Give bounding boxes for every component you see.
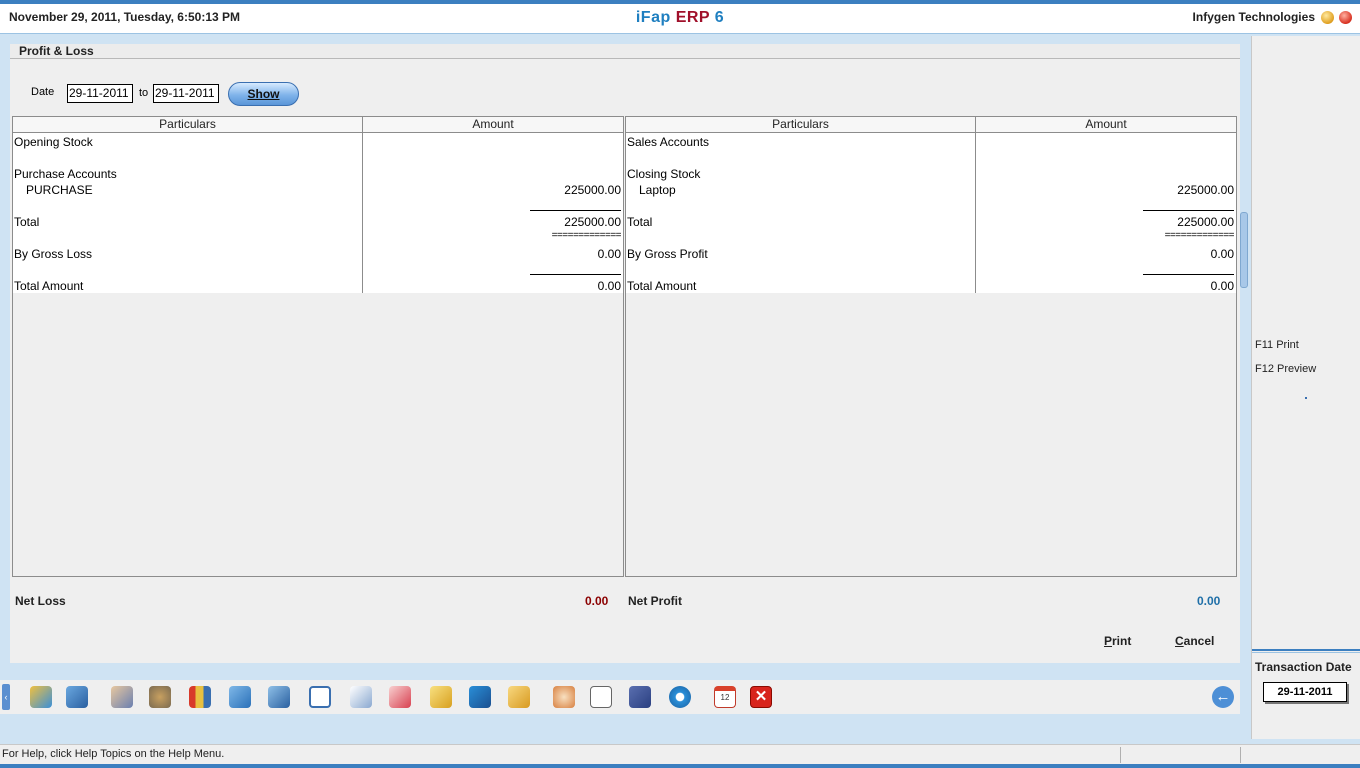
date-label: Date: [31, 86, 55, 98]
purchase-ledger-label[interactable]: PURCHASE: [26, 183, 93, 197]
profit-loss-form: Profit & Loss Date 29-11-2011 to 29-11-2…: [10, 44, 1240, 663]
side-panel-separator: [1252, 649, 1360, 653]
left-particulars-column: Opening Stock Purchase Accounts PURCHASE…: [13, 133, 363, 293]
calculator-sheet-icon[interactable]: [590, 686, 612, 708]
left-double-rule: =============: [551, 230, 622, 241]
window-icon[interactable]: [309, 686, 331, 708]
right-double-rule: =============: [1164, 230, 1235, 241]
left-total-amount-label: Total Amount: [14, 279, 84, 293]
status-bar: For Help, click Help Topics on the Help …: [0, 744, 1360, 764]
laptop-ledger-label[interactable]: Laptop: [639, 183, 676, 197]
net-loss-value: 0.00: [585, 594, 609, 608]
side-panel-scroll-handle[interactable]: [1240, 212, 1248, 288]
show-button[interactable]: Show: [228, 82, 299, 106]
app-title-ifap: iFap: [635, 9, 671, 26]
window-bottom-border: [0, 764, 1360, 768]
expense-panel: Particulars Amount Opening Stock Purchas…: [12, 116, 624, 577]
closing-stock-label: Closing Stock: [627, 167, 701, 181]
form-title: Profit & Loss: [10, 44, 1240, 59]
gross-loss-label: By Gross Loss: [14, 247, 93, 261]
transaction-date-label: Transaction Date: [1255, 660, 1352, 674]
right-final-rule: [1143, 274, 1234, 275]
window-close-icon[interactable]: [1339, 11, 1352, 24]
gross-loss-value: 0.00: [597, 247, 621, 261]
right-total-label: Total: [627, 215, 653, 229]
gross-profit-label: By Gross Profit: [627, 247, 708, 261]
print-label-rest: rint: [1112, 634, 1132, 648]
print-button[interactable]: Print: [1104, 634, 1131, 648]
laptop-amount: 225000.00: [1177, 183, 1234, 197]
right-total-amount-label: Total Amount: [627, 279, 697, 293]
gross-profit-value: 0.00: [1210, 247, 1234, 261]
sales-accounts-label: Sales Accounts: [627, 135, 710, 149]
app-title: iFap ERP 6: [0, 9, 1360, 27]
cancel-hotkey: C: [1175, 634, 1184, 648]
net-profit-label: Net Profit: [628, 594, 682, 608]
date-from-field[interactable]: 29-11-2011: [67, 84, 133, 103]
status-message: For Help, click Help Topics on the Help …: [2, 748, 225, 760]
cancel-button[interactable]: Cancel: [1175, 634, 1214, 648]
right-particulars-column: Sales Accounts Closing Stock Laptop Tota…: [626, 133, 976, 293]
status-separator-2: [1240, 747, 1241, 763]
right-amount-column: 225000.00 225000.00 ============= 0.00 0…: [976, 133, 1236, 293]
close-icon[interactable]: ✕: [750, 686, 772, 708]
users-icon[interactable]: [111, 686, 133, 708]
title-bar: November 29, 2011, Tuesday, 6:50:13 PM i…: [0, 4, 1360, 34]
customer-icon[interactable]: [66, 686, 88, 708]
right-total-amount-value: 0.00: [1210, 279, 1234, 293]
report-icon[interactable]: [350, 686, 372, 708]
arrows-icon[interactable]: [469, 686, 491, 708]
left-col-particulars-header: Particulars: [13, 117, 363, 133]
company-name: Infygen Technologies: [1192, 10, 1315, 24]
left-col-amount-header: Amount: [363, 117, 623, 133]
bottom-toolbar: ‹ 12 ✕ ←: [0, 680, 1240, 714]
f11-print-shortcut[interactable]: F11 Print: [1255, 339, 1299, 351]
income-panel: Particulars Amount Sales Accounts Closin…: [625, 116, 1237, 577]
package-icon[interactable]: [508, 686, 530, 708]
right-side-panel: F11 Print F12 Preview Transaction Date 2…: [1251, 36, 1360, 739]
toolbar-collapse-tab[interactable]: ‹: [2, 684, 10, 710]
date-to-label: to: [139, 87, 149, 99]
calendar-icon[interactable]: 12: [714, 686, 736, 708]
purchase-amount: 225000.00: [564, 183, 621, 197]
minimize-icon[interactable]: [1321, 11, 1334, 24]
app-title-erp: ERP: [675, 9, 710, 26]
net-loss-label: Net Loss: [15, 594, 66, 608]
purchase-accounts-label: Purchase Accounts: [14, 167, 117, 181]
marker-dot: [1305, 397, 1307, 399]
config-gear-icon[interactable]: [669, 686, 691, 708]
opening-stock-label: Opening Stock: [14, 135, 93, 149]
handshake-icon[interactable]: [553, 686, 575, 708]
cart-icon[interactable]: [229, 686, 251, 708]
left-total-amount-value: 0.00: [597, 279, 621, 293]
date-to-field[interactable]: 29-11-2011: [153, 84, 219, 103]
print-hotkey: P: [1104, 634, 1113, 648]
books-icon[interactable]: [189, 686, 211, 708]
app-title-version: 6: [714, 9, 725, 26]
left-total-value: 225000.00: [564, 215, 621, 229]
f12-preview-shortcut[interactable]: F12 Preview: [1255, 363, 1316, 375]
right-col-particulars-header: Particulars: [626, 117, 976, 133]
hierarchy-icon[interactable]: [430, 686, 452, 708]
net-profit-value: 0.00: [1197, 594, 1221, 608]
cancel-label-rest: ancel: [1183, 634, 1215, 648]
settings-gears-icon[interactable]: [149, 686, 171, 708]
right-col-amount-header: Amount: [976, 117, 1236, 133]
right-total-value: 225000.00: [1177, 215, 1234, 229]
left-total-label: Total: [14, 215, 40, 229]
transfer-icon[interactable]: [268, 686, 290, 708]
transaction-date-field[interactable]: 29-11-2011: [1263, 682, 1347, 702]
save-disk-icon[interactable]: [629, 686, 651, 708]
left-amount-column: 225000.00 225000.00 ============= 0.00 0…: [363, 133, 623, 293]
sales-chart-icon[interactable]: [389, 686, 411, 708]
left-final-rule: [530, 274, 621, 275]
accounts-icon[interactable]: [30, 686, 52, 708]
back-arrow-icon[interactable]: ←: [1212, 686, 1234, 708]
right-total-rule: [1143, 210, 1234, 211]
left-total-rule: [530, 210, 621, 211]
status-separator-1: [1120, 747, 1121, 763]
